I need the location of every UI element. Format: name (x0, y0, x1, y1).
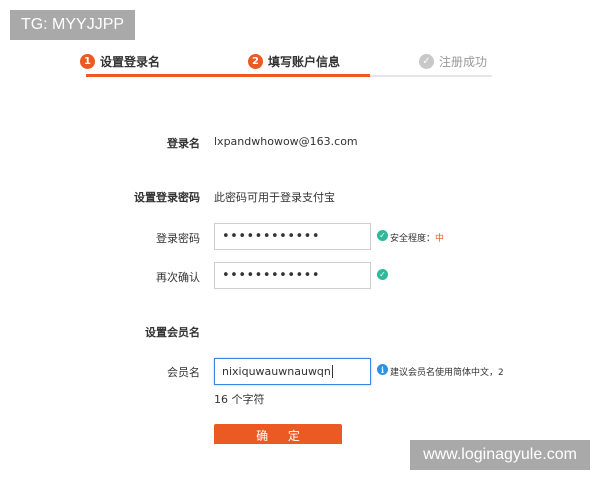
character-count: 16 个字符 (214, 393, 265, 406)
member-name-input[interactable]: nixiquwauwnauwqn (214, 358, 371, 385)
member-section-title: 设置会员名 (145, 326, 200, 339)
password-label: 登录密码 (156, 232, 200, 245)
password-strength: 安全程度：中 (390, 231, 444, 244)
check-icon: ✓ (377, 269, 388, 280)
watermark-bottom-right: www.loginagyule.com (410, 440, 590, 470)
confirm-button[interactable]: 确 定 (214, 424, 342, 444)
step-2-number-icon: 2 (248, 53, 263, 69)
member-hint: 建议会员名使用简体中文，2 (390, 368, 504, 378)
step-2-label: 填写账户信息 (268, 54, 341, 69)
member-label: 会员名 (167, 366, 200, 379)
progress-fill (86, 74, 370, 77)
check-circle-icon: ✓ (419, 53, 434, 69)
step-2: 2 填写账户信息 (248, 52, 340, 70)
password-value: •••••••••••• (222, 229, 321, 244)
text-caret (331, 365, 333, 378)
confirm-input[interactable]: •••••••••••• (214, 262, 371, 289)
step-1: 1 设置登录名 (80, 52, 160, 70)
confirm-value: •••••••••••• (222, 268, 321, 283)
member-name-value: nixiquwauwnauwqn (222, 365, 331, 378)
login-name-label: 登录名 (167, 137, 200, 150)
step-1-number-icon: 1 (80, 53, 95, 69)
confirm-label: 再次确认 (156, 271, 200, 284)
password-section-note: 此密码可用于登录支付宝 (214, 191, 335, 204)
watermark-top-left: TG: MYYJJPP (10, 10, 135, 40)
check-icon: ✓ (377, 230, 388, 241)
step-1-label: 设置登录名 (100, 54, 161, 69)
login-name-value: lxpandwhowow@163.com (214, 135, 358, 148)
password-input[interactable]: •••••••••••• (214, 223, 371, 250)
strength-prefix: 安全程度： (390, 234, 436, 244)
info-icon: i (377, 364, 388, 375)
strength-level: 中 (435, 234, 445, 244)
step-3: ✓ 注册成功 (419, 52, 487, 70)
step-3-label: 注册成功 (439, 54, 488, 69)
password-section-title: 设置登录密码 (134, 191, 200, 204)
